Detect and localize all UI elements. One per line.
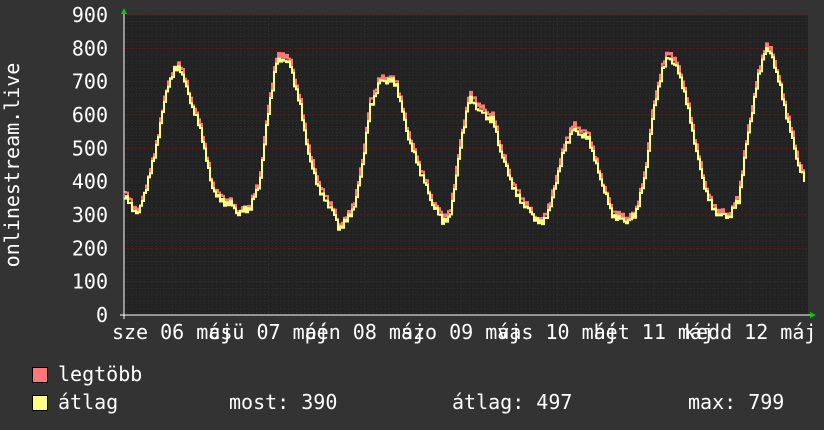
y-tick-label: 600 [72,103,108,127]
y-axis-label: onlinestream.live [0,63,24,268]
y-tick-label: 800 [72,36,108,60]
legend-avg-label: átlag [58,390,119,414]
stat-average: átlag: 497 [452,390,573,414]
y-tick-label: 0 [96,303,108,327]
y-tick-label: 100 [72,270,108,294]
legend-max-swatch [32,367,48,383]
y-tick-label: 500 [72,136,108,160]
legend-avg-swatch [32,395,48,411]
y-tick-label: 200 [72,236,108,260]
plot-area [124,15,808,315]
x-tick-label: kedd 12 máj [684,320,816,344]
stat-maximum: max: 799 [688,390,785,414]
chart: 0 100 200 300 400 500 600 700 800 900 sze 06 májc… [0,3,816,344]
x-axis-arrow [810,312,816,318]
stat-current: most: 390 [229,390,338,414]
y-tick-label: 900 [72,3,108,27]
y-tick-label: 400 [72,170,108,194]
y-tick-label: 700 [72,70,108,94]
x-axis-ticks: sze 06 májcsü 07 májpén 08 májszo 09 máj… [112,320,816,344]
y-axis-arrow [121,8,127,14]
y-axis-ticks: 0 100 200 300 400 500 600 700 800 900 [72,3,108,327]
y-tick-label: 300 [72,203,108,227]
legend-max-label: legtöbb [58,362,143,386]
